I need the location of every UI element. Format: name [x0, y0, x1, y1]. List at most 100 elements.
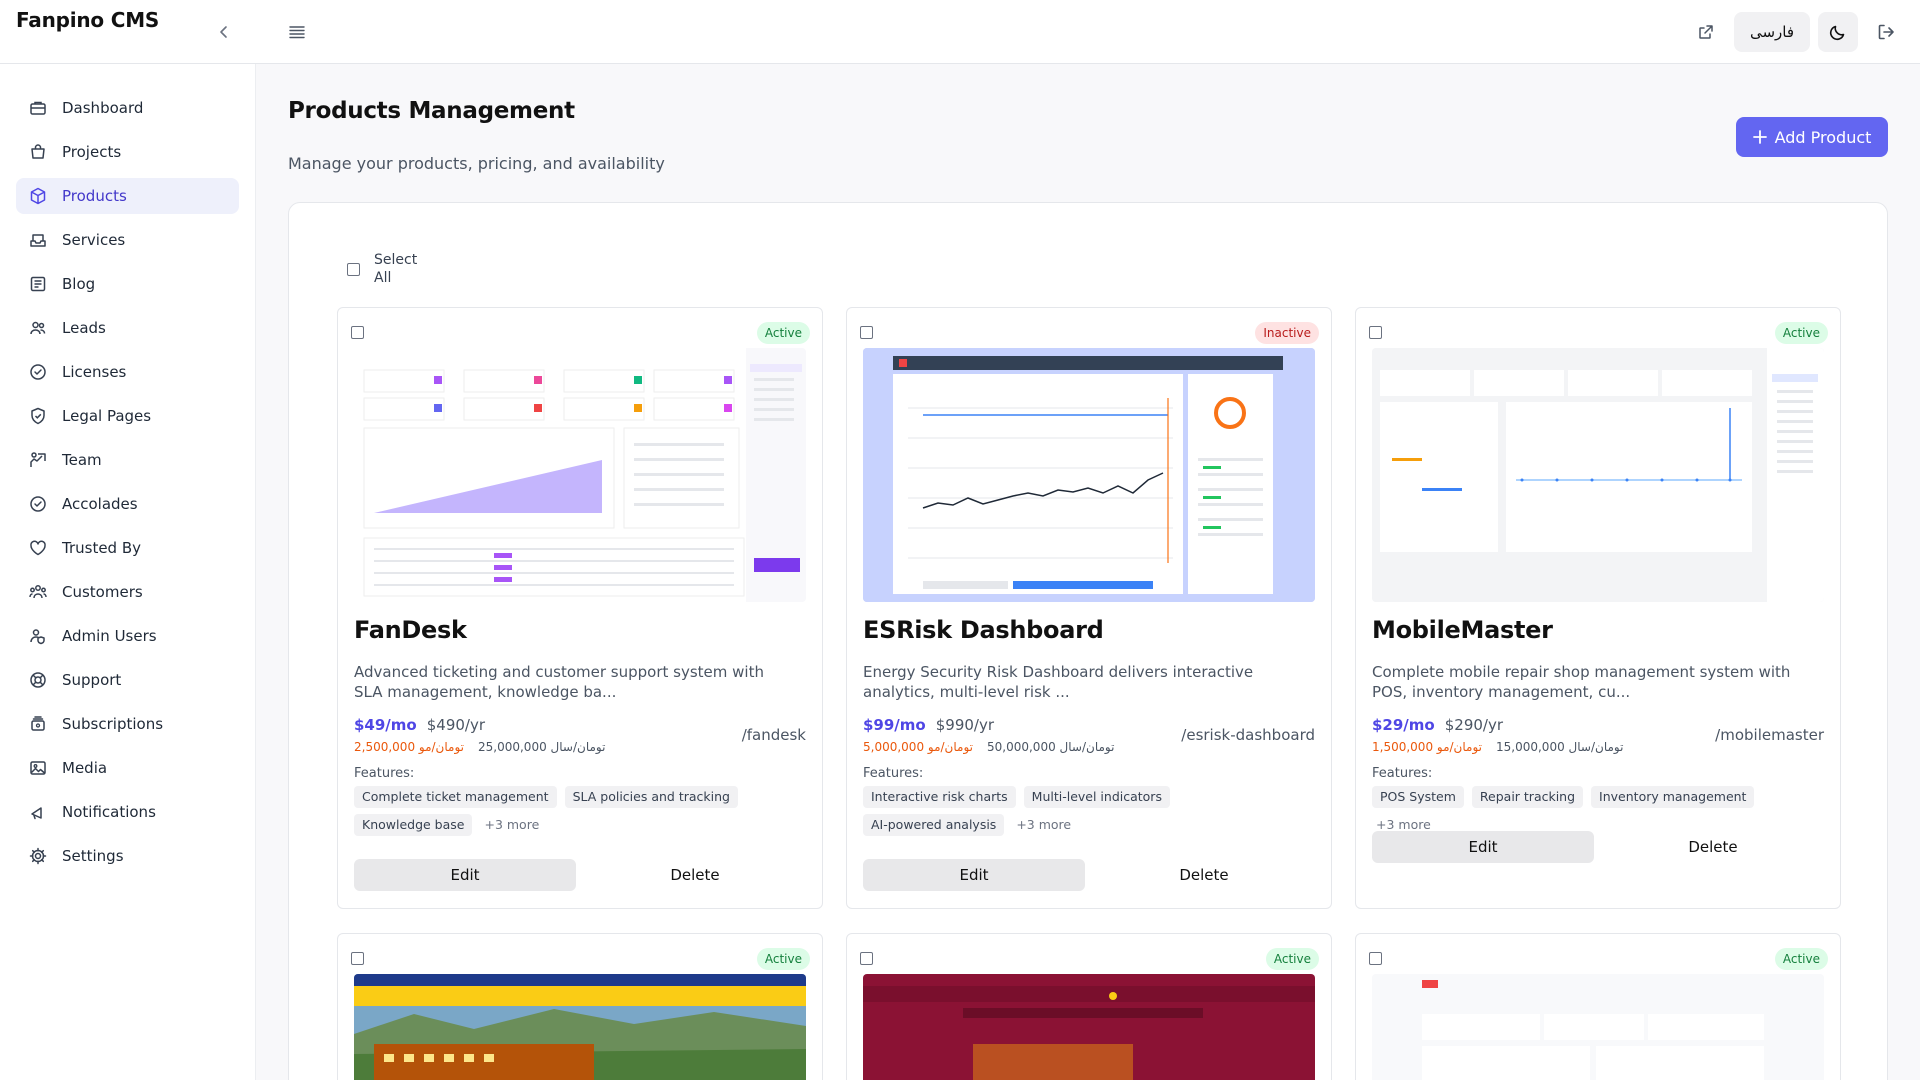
logout-button[interactable]	[1866, 12, 1906, 52]
sidebar-item-label: Support	[62, 671, 122, 689]
cube-icon	[30, 187, 46, 205]
add-product-button[interactable]: Add Product	[1736, 117, 1888, 157]
add-product-label: Add Product	[1774, 127, 1872, 147]
sidebar-item-team[interactable]: Team	[16, 442, 239, 478]
view-site-button[interactable]	[1686, 12, 1726, 52]
product-thumbnail	[863, 348, 1315, 602]
edit-button[interactable]: Edit	[863, 859, 1085, 891]
select-all: Select All	[347, 251, 422, 287]
features-label: Features:	[1372, 766, 1433, 781]
toman-price-row: 2,500,000 تومان/مو 25,000,000 تومان/سال	[354, 740, 605, 754]
product-thumbnail	[863, 974, 1315, 1080]
sidebar-item-label: Accolades	[62, 495, 138, 513]
product-checkbox[interactable]	[860, 952, 873, 965]
delete-button[interactable]: Delete	[584, 859, 806, 891]
edit-button[interactable]: Edit	[1372, 831, 1594, 863]
product-checkbox[interactable]	[351, 326, 364, 339]
moon-icon	[1829, 25, 1845, 41]
briefcase-icon	[30, 101, 46, 115]
feature-tag: POS System	[1372, 786, 1464, 808]
check-circle-icon	[30, 496, 46, 512]
user-shield-icon	[30, 629, 45, 645]
app-title: Fanpino CMS	[16, 8, 160, 32]
menu-toggle-button[interactable]	[285, 20, 309, 44]
sidebar-item-blog[interactable]: Blog	[16, 266, 239, 302]
toman-yearly: 15,000,000 تومان/سال	[1496, 740, 1624, 754]
sidebar-item-label: Team	[62, 451, 102, 469]
sidebar-item-admin-users[interactable]: Admin Users	[16, 618, 239, 654]
features-label: Features:	[863, 766, 924, 781]
product-slug: /esrisk-dashboard	[1181, 726, 1315, 744]
features-label: Features:	[354, 766, 415, 781]
delete-button[interactable]: Delete	[1602, 831, 1824, 863]
price-row: $29/mo $290/yr	[1372, 716, 1503, 734]
sidebar-item-projects[interactable]: Projects	[16, 134, 239, 170]
stack-icon	[31, 716, 45, 731]
page-subtitle: Manage your products, pricing, and avail…	[288, 154, 665, 173]
sidebar-item-subscriptions[interactable]: Subscriptions	[16, 706, 239, 742]
product-card: Inactive ESRisk Dashboard Energy Securit…	[846, 307, 1332, 909]
sidebar-item-support[interactable]: Support	[16, 662, 239, 698]
toman-price-row: 1,500,000 تومان/مو 15,000,000 تومان/سال	[1372, 740, 1623, 754]
sidebar-item-customers[interactable]: Customers	[16, 574, 239, 610]
sidebar-item-accolades[interactable]: Accolades	[16, 486, 239, 522]
sidebar-item-label: Settings	[62, 847, 124, 865]
theme-toggle-button[interactable]	[1818, 12, 1858, 52]
edit-button[interactable]: Edit	[354, 859, 576, 891]
sidebar-item-licenses[interactable]: Licenses	[16, 354, 239, 390]
more-features: +3 more	[1016, 817, 1072, 832]
feature-tag: Multi-level indicators	[1023, 786, 1170, 808]
feature-tag: AI-powered analysis	[863, 814, 1005, 836]
product-checkbox[interactable]	[351, 952, 364, 965]
product-card: Active	[337, 307, 823, 909]
status-badge: Active	[756, 948, 810, 970]
price-monthly: $49/mo	[354, 716, 417, 734]
status-badge: Active	[756, 322, 810, 344]
delete-button[interactable]: Delete	[1093, 859, 1315, 891]
sidebar-item-services[interactable]: Services	[16, 222, 239, 258]
sidebar-item-label: Dashboard	[62, 99, 144, 117]
toman-monthly: 2,500,000 تومان/مو	[354, 740, 464, 754]
sidebar-item-leads[interactable]: Leads	[16, 310, 239, 346]
sidebar-item-settings[interactable]: Settings	[16, 838, 239, 874]
product-thumbnail	[354, 974, 806, 1080]
sidebar-item-label: Trusted By	[62, 539, 142, 557]
collapse-sidebar-button[interactable]	[212, 20, 236, 44]
sidebar-item-media[interactable]: Media	[16, 750, 239, 786]
product-description: Advanced ticketing and customer support …	[354, 663, 764, 701]
product-checkbox[interactable]	[1369, 326, 1382, 339]
sidebar-item-dashboard[interactable]: Dashboard	[16, 90, 239, 126]
more-features: +3 more	[484, 817, 540, 832]
sidebar-item-notifications[interactable]: Notifications	[16, 794, 239, 830]
sidebar-item-products[interactable]: Products	[16, 178, 239, 214]
price-monthly: $29/mo	[1372, 716, 1435, 734]
sidebar-item-label: Legal Pages	[62, 407, 152, 425]
hamburger-icon	[289, 26, 305, 39]
sidebar-item-label: Projects	[62, 143, 122, 161]
price-monthly: $99/mo	[863, 716, 926, 734]
select-all-label: Select All	[374, 252, 418, 286]
card-actions: Edit Delete	[1372, 831, 1824, 863]
product-checkbox[interactable]	[1369, 952, 1382, 965]
page-title: Products Management	[288, 98, 575, 124]
toman-yearly: 50,000,000 تومان/سال	[987, 740, 1115, 754]
feature-tag: Inventory management	[1591, 786, 1755, 808]
toman-yearly: 25,000,000 تومان/سال	[478, 740, 606, 754]
sidebar-item-label: Customers	[62, 583, 143, 601]
products-panel: Select All Active FanDesk Advanced ticke…	[288, 202, 1888, 1080]
check-circle-icon	[30, 364, 46, 380]
product-card: Active MobileMaster Complete mobile repa…	[1355, 307, 1841, 909]
sidebar-item-label: Admin Users	[62, 627, 157, 645]
select-all-checkbox[interactable]	[347, 262, 360, 276]
shield-check-icon	[31, 407, 45, 425]
product-checkbox[interactable]	[860, 326, 873, 339]
external-link-icon	[1699, 25, 1713, 39]
price-yearly: $290/yr	[1444, 716, 1504, 734]
sidebar-item-legal-pages[interactable]: Legal Pages	[16, 398, 239, 434]
sidebar-item-label: Leads	[62, 319, 106, 337]
language-toggle-button[interactable]: فارسی	[1733, 12, 1810, 52]
sidebar-item-trusted-by[interactable]: Trusted By	[16, 530, 239, 566]
tray-icon	[30, 234, 46, 247]
toman-monthly: 5,000,000 تومان/مو	[863, 740, 973, 754]
product-card: Active	[337, 933, 823, 1080]
